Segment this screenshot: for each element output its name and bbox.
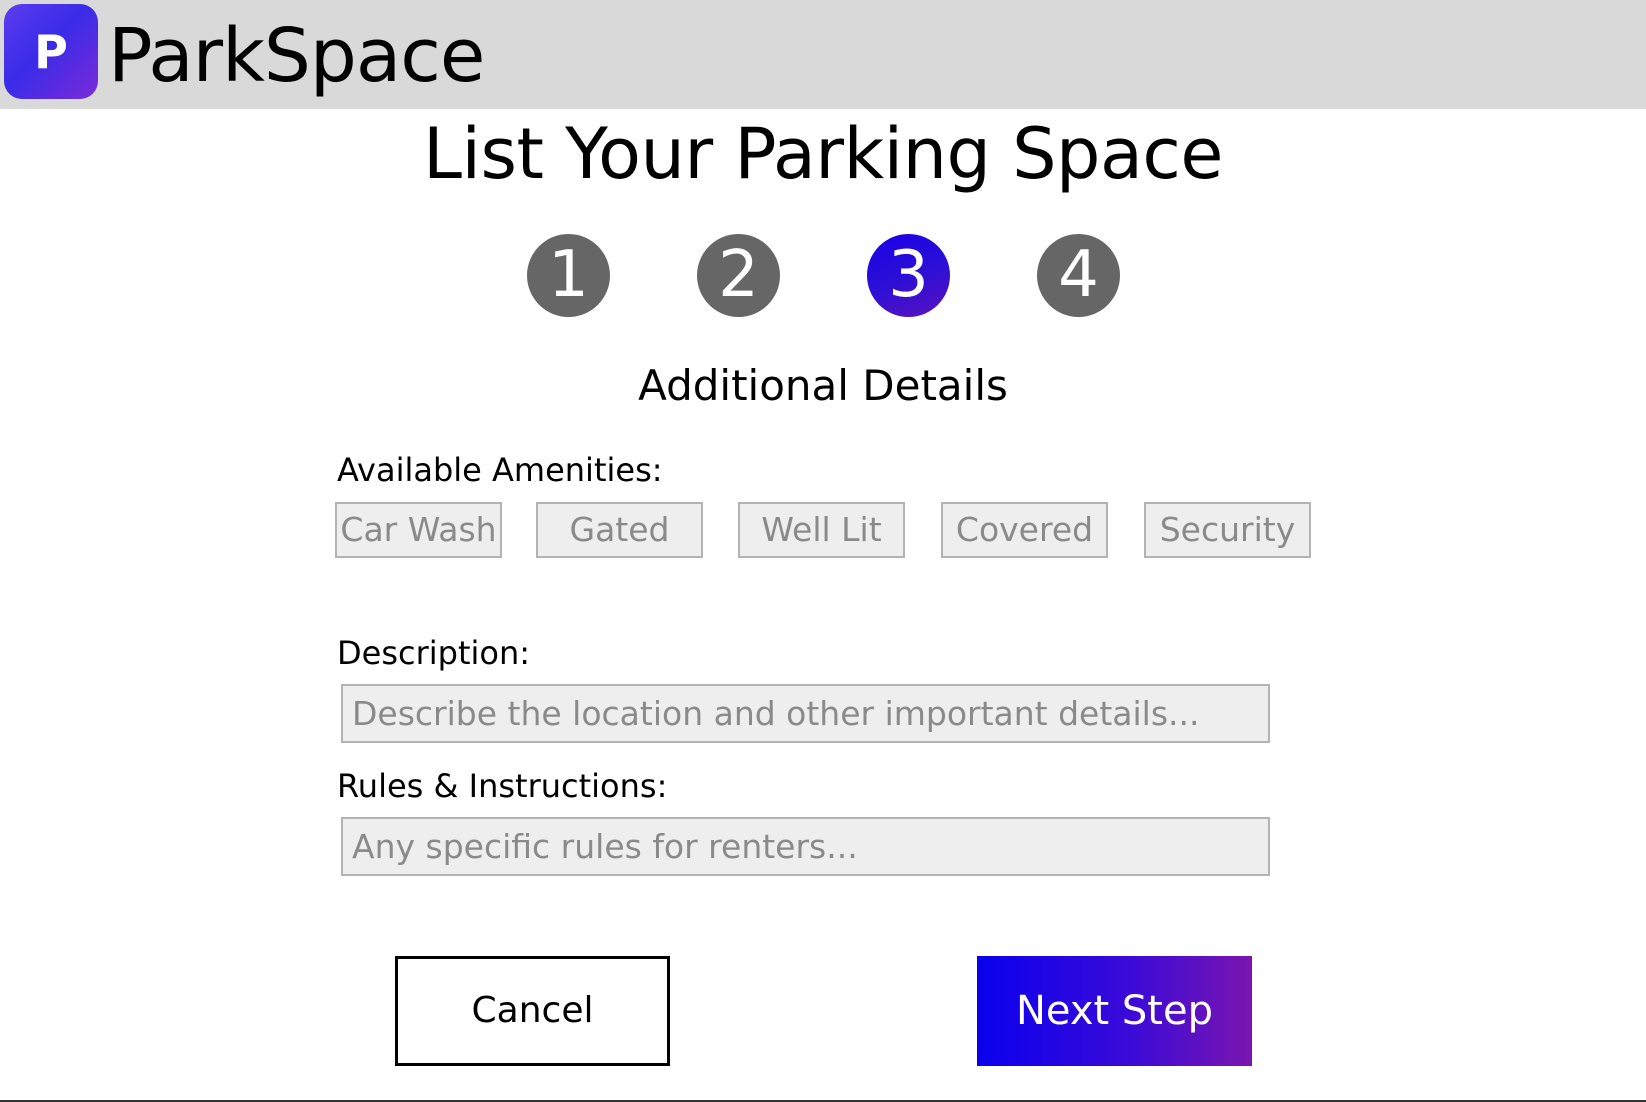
top-bar: P ParkSpace [0,0,1646,109]
description-input[interactable]: Describe the location and other importan… [341,684,1270,743]
cancel-button[interactable]: Cancel [395,956,670,1066]
parkspace-logo[interactable]: P [4,4,98,99]
step-2[interactable]: 2 [697,234,780,317]
description-label: Description: [337,634,531,672]
amenity-chip-security[interactable]: Security [1144,502,1311,558]
step-1[interactable]: 1 [527,234,610,317]
app-window: P ParkSpace List Your Parking Space 1 2 … [0,0,1646,1102]
amenities-label: Available Amenities: [337,451,663,489]
section-title: Additional Details [638,361,1008,410]
amenity-chip-covered[interactable]: Covered [941,502,1108,558]
rules-input[interactable]: Any specific rules for renters... [341,817,1270,876]
app-name: ParkSpace [108,13,485,99]
rules-label: Rules & Instructions: [337,767,668,805]
amenity-chip-car-wash[interactable]: Car Wash [335,502,502,558]
amenity-chip-gated[interactable]: Gated [536,502,703,558]
step-3-active[interactable]: 3 [867,234,950,317]
step-4[interactable]: 4 [1037,234,1120,317]
step-indicator: 1 2 3 4 [0,234,1646,318]
amenity-chip-well-lit[interactable]: Well Lit [738,502,905,558]
next-step-button[interactable]: Next Step [977,956,1252,1066]
logo-letter: P [34,24,68,79]
page-title: List Your Parking Space [423,113,1223,195]
